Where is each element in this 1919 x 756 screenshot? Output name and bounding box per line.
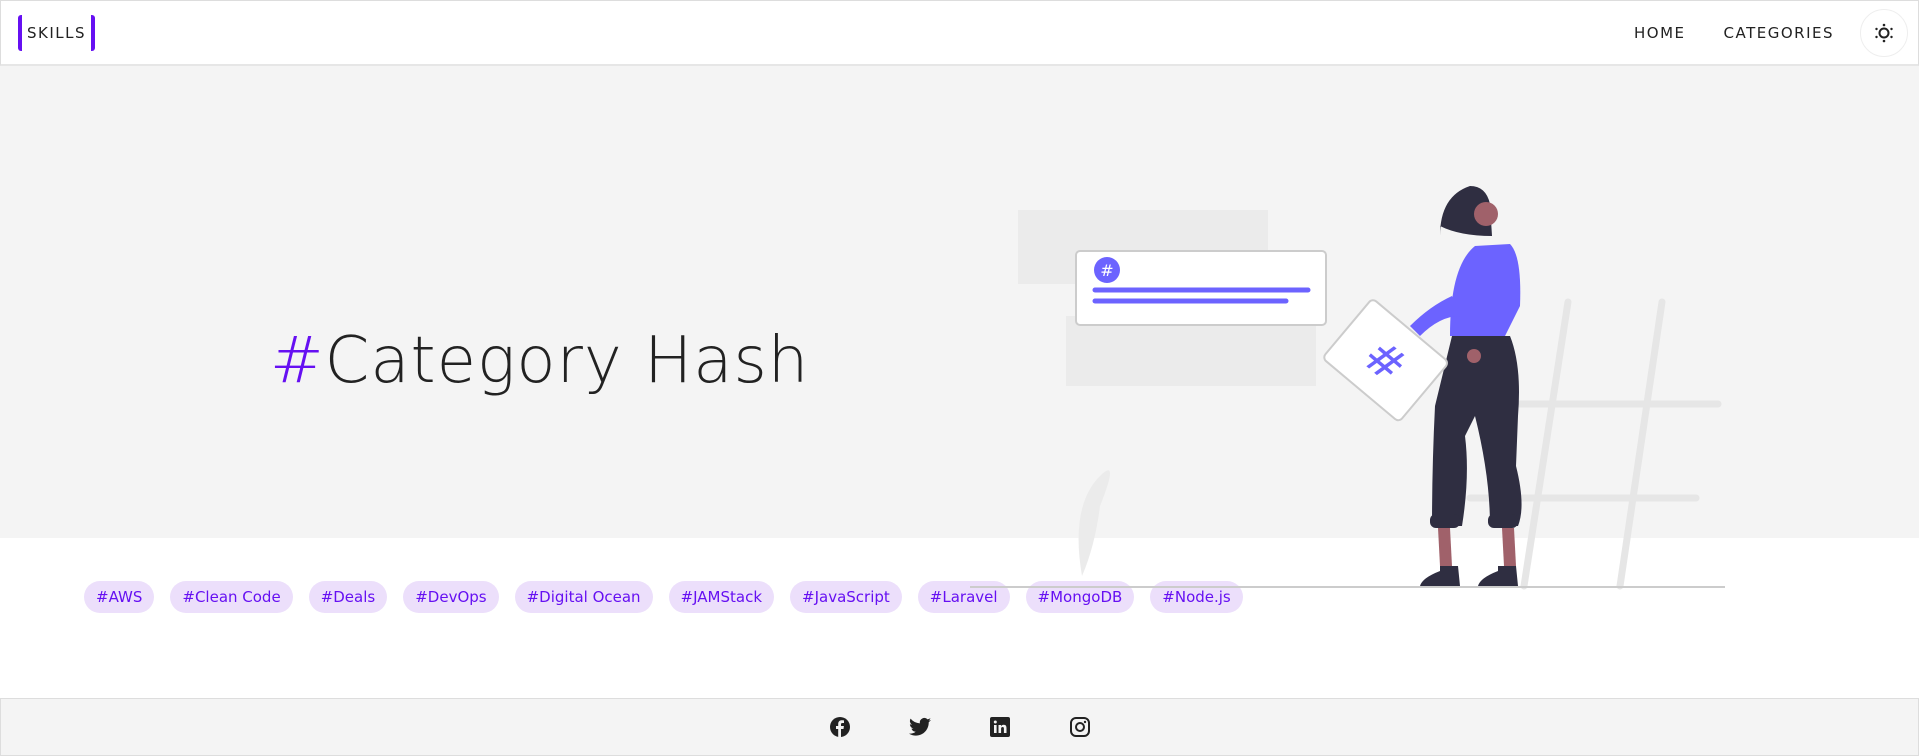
- nav-categories[interactable]: CATEGORIES: [1708, 10, 1851, 56]
- tag-javascript[interactable]: #JavaScript: [790, 581, 902, 613]
- tag-jamstack[interactable]: #JAMStack: [668, 581, 775, 613]
- logo[interactable]: SKILLS: [18, 14, 96, 51]
- nav: HOME CATEGORIES: [1618, 8, 1908, 57]
- tag-aws[interactable]: #AWS: [84, 581, 155, 613]
- header: SKILLS HOME CATEGORIES: [0, 0, 1919, 66]
- page-title: #Category Hash: [270, 324, 810, 398]
- tag-devops[interactable]: #DevOps: [403, 581, 499, 613]
- instagram-icon[interactable]: [1068, 715, 1092, 739]
- linkedin-icon[interactable]: [988, 715, 1012, 739]
- theme-toggle-button[interactable]: [1860, 8, 1908, 57]
- tag-digital-ocean[interactable]: #Digital Ocean: [514, 581, 653, 613]
- tag-clean-code[interactable]: #Clean Code: [170, 581, 293, 613]
- hero: #Category Hash # #: [0, 66, 1919, 590]
- svg-text:#: #: [1100, 261, 1113, 280]
- sun-icon: [1875, 23, 1893, 42]
- nav-home[interactable]: HOME: [1618, 10, 1702, 56]
- twitter-icon[interactable]: [908, 715, 932, 739]
- facebook-icon[interactable]: [828, 715, 852, 739]
- hashtag-illustration: # #: [970, 186, 1725, 590]
- tag-deals[interactable]: #Deals: [308, 581, 388, 613]
- footer: [0, 698, 1919, 756]
